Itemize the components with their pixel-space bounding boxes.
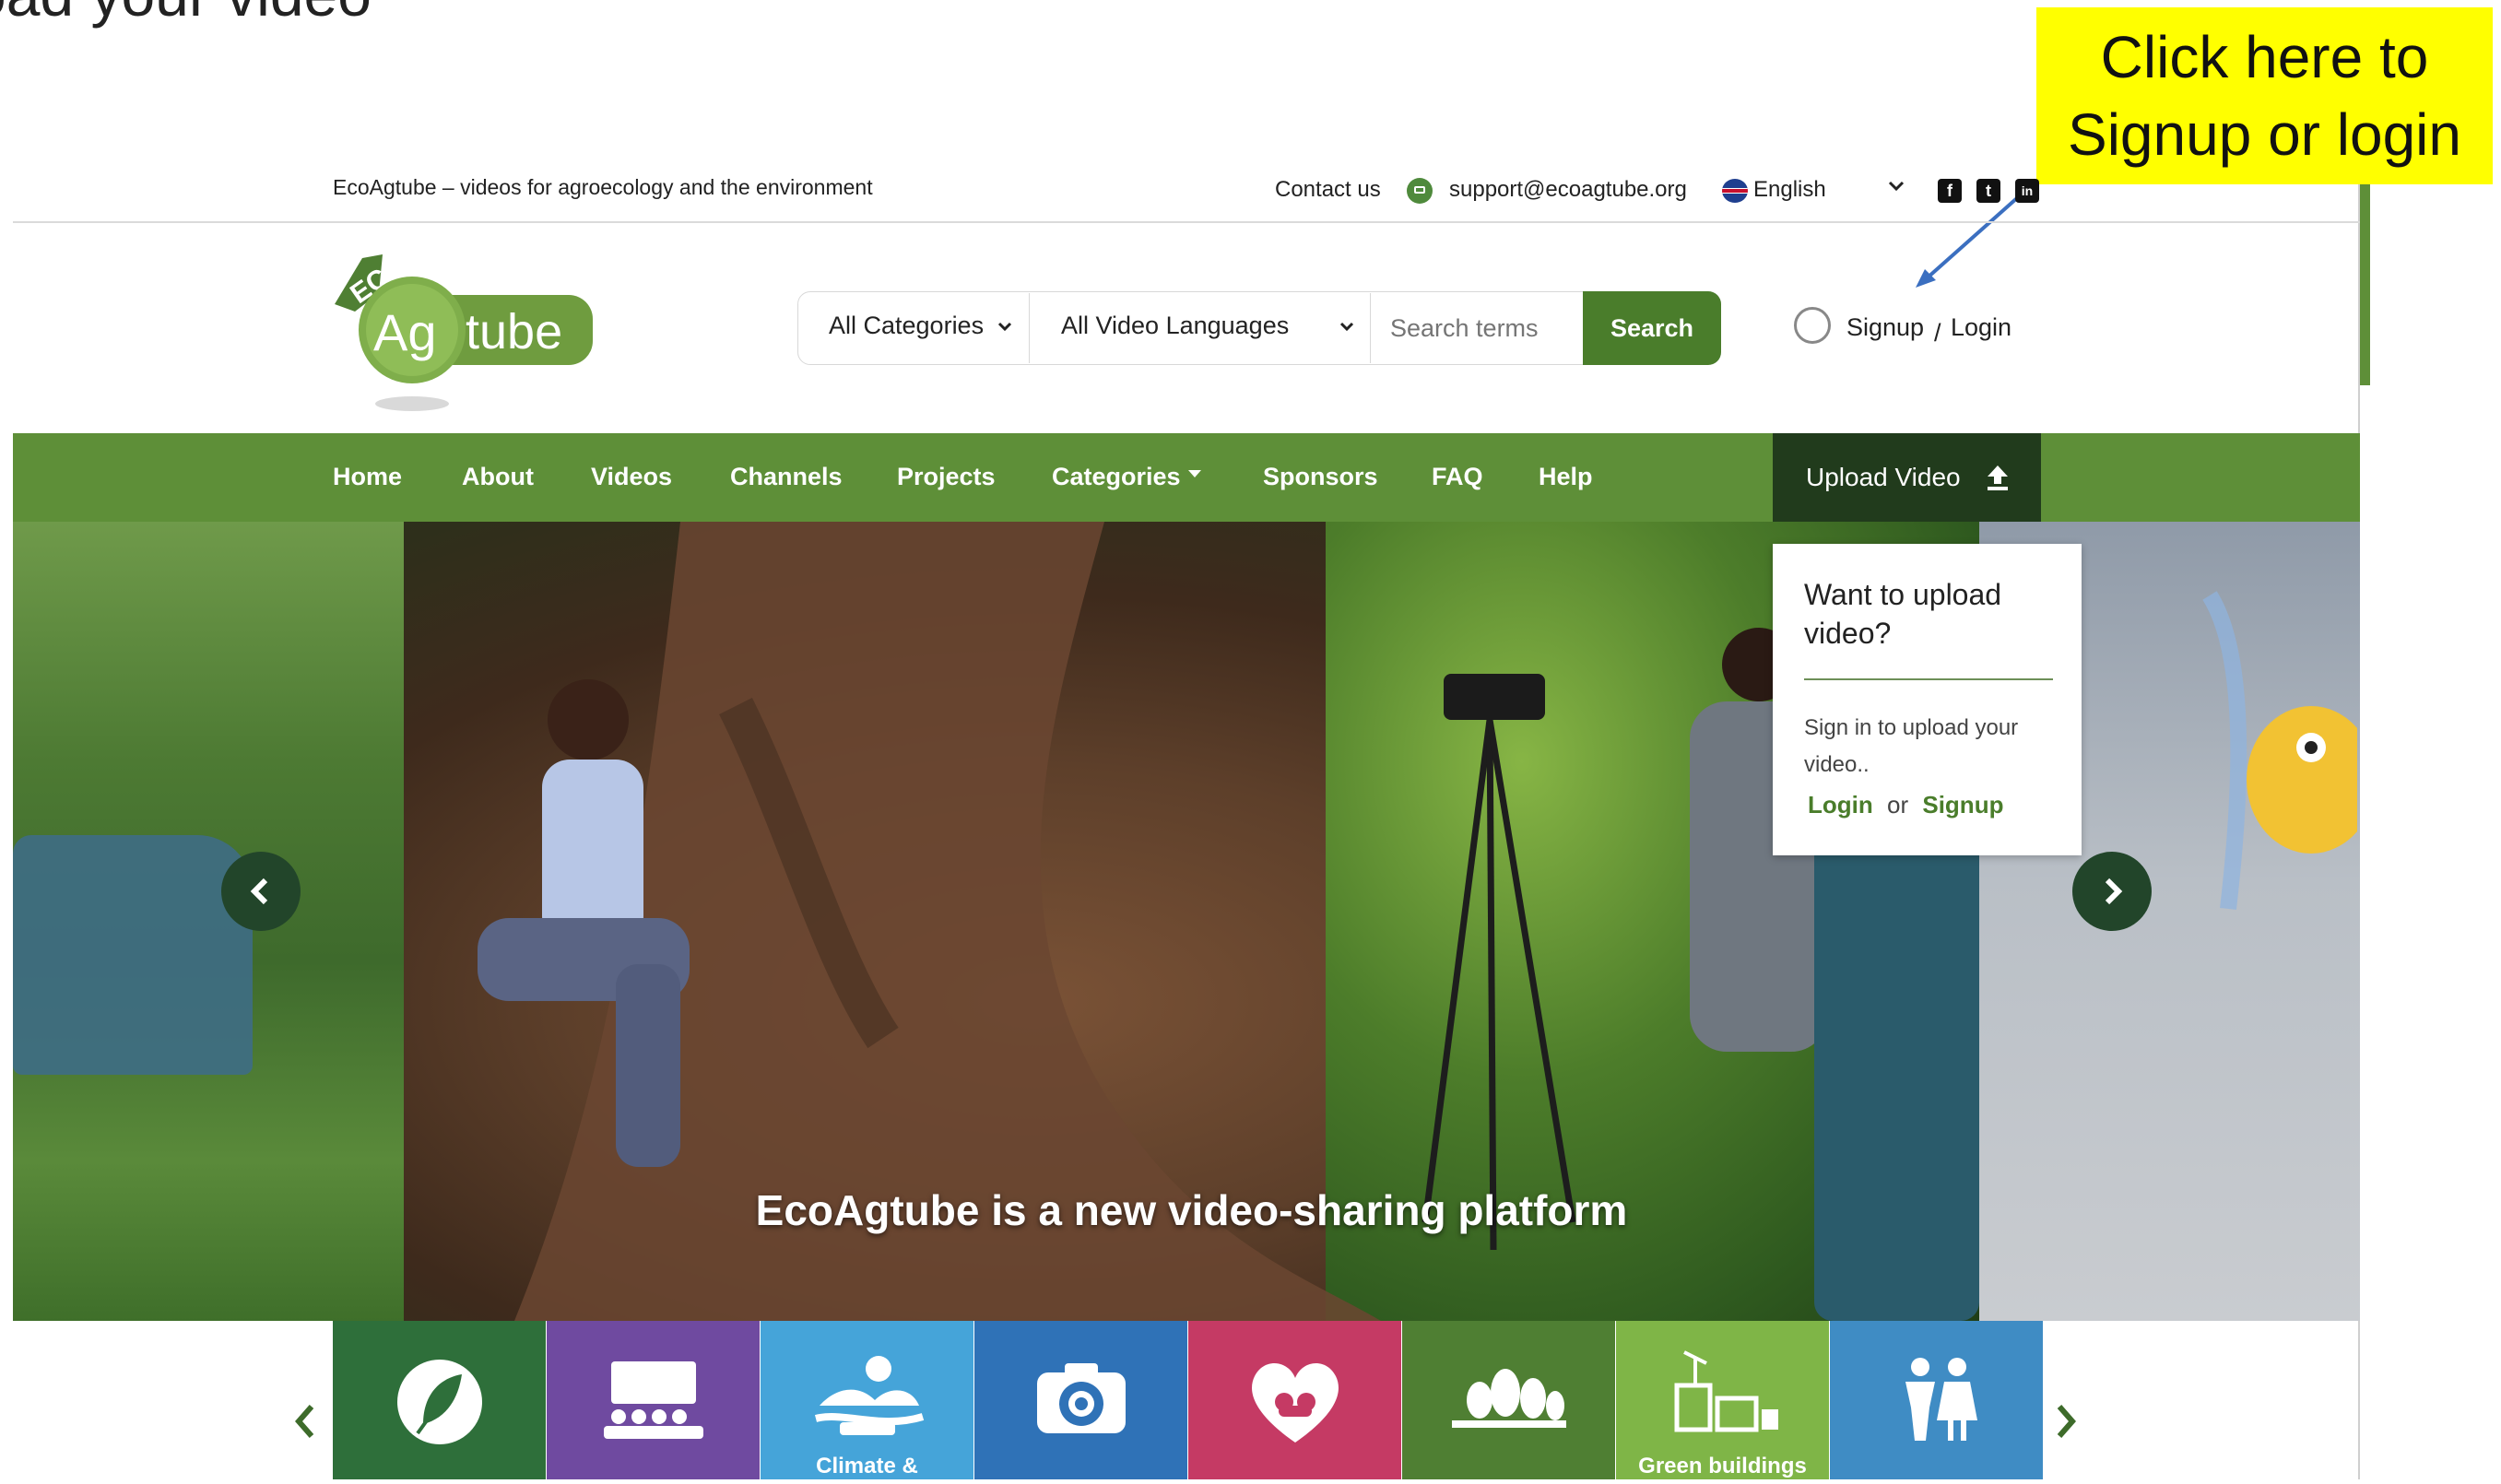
leaf-icon	[397, 1360, 482, 1444]
upload-icon	[1987, 465, 2008, 490]
chevron-right-icon	[2105, 877, 2123, 905]
tractor-image	[13, 835, 253, 1075]
scroll-indicator[interactable]	[2360, 184, 2370, 385]
auth-separator: /	[1934, 319, 1941, 347]
nav-faq[interactable]: FAQ	[1432, 463, 1483, 491]
camera-icon	[1037, 1363, 1126, 1433]
nav-home[interactable]: Home	[333, 463, 402, 491]
login-link[interactable]: Login	[1951, 313, 2011, 342]
popup-login-link[interactable]: Login	[1808, 791, 1873, 819]
tile-camera[interactable]	[974, 1321, 1187, 1479]
category-dropdown-label: All Categories	[829, 312, 985, 339]
category-dropdown[interactable]: All Categories	[829, 312, 1013, 340]
tile-green-buildings[interactable]: Green buildings	[1616, 1321, 1829, 1479]
chevron-left-icon	[250, 877, 268, 905]
nav-videos[interactable]: Videos	[591, 463, 672, 491]
tile-health[interactable]	[1188, 1321, 1401, 1479]
tile-leaf[interactable]	[333, 1321, 546, 1479]
chevron-down-icon	[997, 322, 1011, 332]
popup-signup-link[interactable]: Signup	[1922, 791, 2003, 819]
tile-label: Climate &	[816, 1454, 918, 1478]
contact-us-link[interactable]: Contact us	[1275, 177, 1381, 203]
cartoon-image	[2202, 591, 2357, 911]
twitter-icon[interactable]: t	[1976, 179, 2000, 203]
chevron-down-icon[interactable]	[1888, 177, 1905, 194]
language-selector[interactable]: English	[1753, 177, 1826, 203]
facebook-icon[interactable]: f	[1938, 179, 1962, 203]
upload-popup: Want to upload video? Sign in to upload …	[1773, 544, 2082, 855]
popup-divider	[1804, 678, 2053, 680]
search-separator	[1370, 293, 1371, 363]
nav-sponsors[interactable]: Sponsors	[1263, 463, 1378, 491]
tile-trees[interactable]	[1402, 1321, 1615, 1479]
nav-about[interactable]: About	[462, 463, 534, 491]
tile-people[interactable]	[1830, 1321, 2043, 1479]
tiles-next-arrow[interactable]	[2054, 1401, 2080, 1453]
nav-channels[interactable]: Channels	[730, 463, 843, 491]
people-icon	[1905, 1358, 1977, 1441]
topbar-divider	[13, 221, 2360, 223]
logo-tube-text: tube	[466, 304, 562, 359]
nav-projects[interactable]: Projects	[897, 463, 996, 491]
video-language-dropdown[interactable]: All Video Languages	[1061, 312, 1355, 340]
popup-auth-links: Login or Signup	[1808, 791, 2003, 819]
site-logo[interactable]: ECO Ag tube	[327, 247, 604, 422]
caret-down-icon	[1188, 470, 1201, 477]
site-tagline: EcoAgtube – videos for agroecology and t…	[333, 175, 873, 199]
popup-or-text: or	[1887, 791, 1909, 819]
carousel-next-button[interactable]	[2072, 852, 2152, 931]
carousel-caption: EcoAgtube is a new video-sharing platfor…	[755, 1186, 1628, 1234]
signup-link[interactable]: Signup	[1846, 313, 1924, 342]
carousel-prev-button[interactable]	[221, 852, 301, 931]
nav-categories[interactable]: Categories	[1052, 463, 1181, 491]
search-separator	[1029, 293, 1030, 363]
callout-line-1: Click here to	[2100, 24, 2429, 90]
popup-title: Want to upload video?	[1804, 578, 2002, 650]
tile-climate[interactable]: Climate &	[761, 1321, 973, 1479]
slide-heading: oad your video	[0, 0, 372, 29]
mail-icon	[1407, 178, 1433, 204]
video-language-label: All Video Languages	[1061, 312, 1290, 339]
search-button[interactable]: Search	[1583, 291, 1721, 365]
heart-icon	[1252, 1362, 1339, 1443]
uk-flag-icon	[1722, 179, 1748, 203]
tile-label: Green buildings	[1638, 1454, 1807, 1478]
category-tiles: Climate & Green buildings	[333, 1321, 2043, 1479]
upload-video-label: Upload Video	[1806, 463, 1961, 491]
trees-icon	[1452, 1369, 1566, 1428]
callout-line-2: Signup or login	[2068, 101, 2461, 168]
user-icon[interactable]	[1794, 307, 1831, 344]
tile-audience[interactable]	[547, 1321, 760, 1479]
search-input[interactable]	[1372, 293, 1580, 363]
nav-help[interactable]: Help	[1539, 463, 1593, 491]
popup-text: Sign in to upload your video..	[1804, 715, 2019, 777]
linkedin-icon[interactable]: in	[2015, 179, 2039, 203]
chevron-right-icon	[2057, 1405, 2076, 1438]
callout-box: Click here to Signup or login	[2036, 7, 2493, 184]
logo-ag-text: Ag	[373, 303, 437, 361]
chevron-left-icon	[295, 1405, 314, 1438]
audience-icon	[604, 1361, 703, 1439]
upload-video-button[interactable]: Upload Video	[1773, 433, 2041, 522]
tiles-prev-arrow[interactable]	[291, 1401, 317, 1453]
support-email-link[interactable]: support@ecoagtube.org	[1449, 177, 1687, 203]
chevron-down-icon	[1339, 322, 1353, 332]
